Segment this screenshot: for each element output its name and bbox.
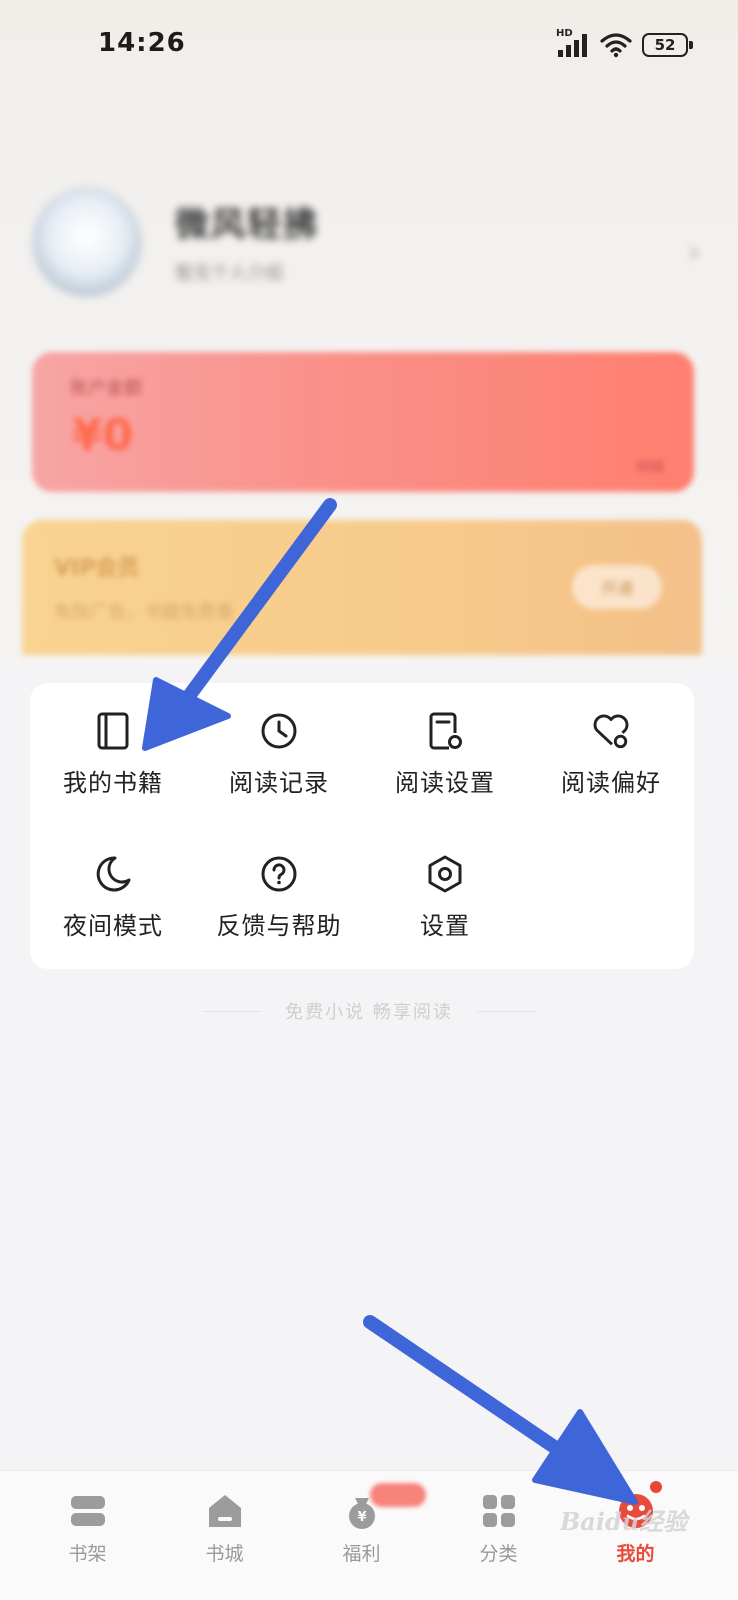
vip-card[interactable]: VIP会员 免除广告，书籍免费看 开通 [22,520,702,655]
vip-description: 免除广告，书籍免费看 [54,602,234,623]
chevron-right-icon: › [688,235,700,270]
heart-settings-icon [591,711,631,751]
reading-settings-icon [425,711,465,751]
account-detail-link[interactable]: 明细 [636,457,664,477]
nav-item-category[interactable]: 分类 [430,1471,567,1581]
menu-label: 阅读偏好 [561,769,661,797]
bookstore-icon [205,1491,245,1531]
menu-card: 我的书籍 阅读记录 阅读设置 阅读偏好 夜间模式 反馈与帮助 设置 [30,683,694,969]
battery-icon: 52 [642,33,693,57]
user-subtitle: 暂无个人介绍 [175,263,283,284]
menu-label: 我的书籍 [63,769,163,797]
profile-header[interactable]: 微风轻拂 暂无个人介绍 › [30,185,710,305]
menu-item-reading-history[interactable]: 阅读记录 [196,683,362,803]
status-bar: 14:26 HD 52 [0,0,738,90]
nav-label: 分类 [479,1543,518,1565]
signal-icon: HD [556,28,590,58]
category-icon [479,1491,519,1531]
divider [476,1010,535,1012]
welfare-icon: ¥ [342,1491,382,1531]
account-value: ¥0 [72,410,134,461]
clock-icon [259,711,299,751]
help-icon [259,854,299,894]
book-icon [93,711,133,751]
moon-icon [93,854,133,894]
hexagon-settings-icon [425,854,465,894]
nav-item-bookstore[interactable]: 书城 [156,1471,293,1581]
status-icons: HD 52 [556,28,693,60]
menu-item-my-books[interactable]: 我的书籍 [30,683,196,803]
avatar[interactable] [32,187,142,297]
slogan-text: 免费小说 畅享阅读 [285,1002,453,1023]
account-balance-card[interactable]: 账户金额 ¥0 明细 [32,352,694,492]
vip-open-button[interactable]: 开通 [572,565,662,609]
menu-item-night-mode[interactable]: 夜间模式 [30,826,196,946]
menu-item-feedback-help[interactable]: 反馈与帮助 [196,826,362,946]
menu-label: 阅读记录 [229,769,329,797]
status-time: 14:26 [98,28,186,58]
menu-item-reading-settings[interactable]: 阅读设置 [362,683,528,803]
divider [203,1010,262,1012]
menu-label: 阅读设置 [395,769,495,797]
account-label: 账户金额 [70,378,142,399]
footer-slogan: 免费小说 畅享阅读 [0,996,738,1026]
bookshelf-icon [68,1491,108,1531]
vip-title: VIP会员 [54,556,140,581]
nav-label: 福利 [342,1543,381,1565]
nav-label: 书城 [205,1543,244,1565]
svg-text:¥: ¥ [357,1510,366,1525]
wifi-icon [600,32,632,58]
watermark-logo: Baidu经验 [560,1507,688,1536]
menu-label: 夜间模式 [63,912,163,940]
menu-label: 反馈与帮助 [216,912,342,940]
menu-item-settings[interactable]: 设置 [362,826,528,946]
menu-label: 设置 [420,912,470,940]
nav-item-welfare[interactable]: ¥ 福利 [293,1471,430,1581]
menu-item-reading-preference[interactable]: 阅读偏好 [528,683,694,803]
username: 微风轻拂 [175,205,319,245]
nav-label: 书架 [68,1543,107,1565]
nav-item-bookshelf[interactable]: 书架 [19,1471,156,1581]
nav-label: 我的 [616,1543,655,1565]
